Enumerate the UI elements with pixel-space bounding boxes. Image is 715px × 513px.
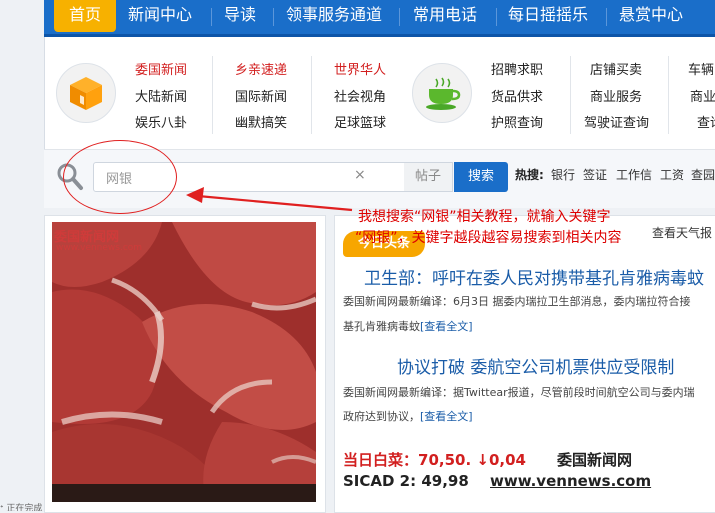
nav-separator [606,8,607,26]
link-hometown-express[interactable]: 乡亲速递 [235,59,287,78]
hot-search-label: 热搜: [515,168,544,182]
coffee-cup-icon [412,63,472,123]
nav-separator [496,8,497,26]
hot-search-visa[interactable]: 签证 [583,166,607,183]
nav-separator [273,8,274,26]
link-shop-trade[interactable]: 店铺买卖 [590,59,642,78]
column-divider [311,56,312,134]
annotation-text-line1: 我想搜索“网银”相关教程，就输入关键字 [358,209,611,225]
link-social-view[interactable]: 社会视角 [334,86,386,105]
column-divider [212,56,213,134]
search-button[interactable]: 搜索 [454,162,508,192]
link-vehicles[interactable]: 车辆 [688,59,714,78]
link-entertainment[interactable]: 娱乐八卦 [135,112,187,131]
nav-separator [211,8,212,26]
link-query[interactable]: 查询 [697,112,715,131]
headline-2-summary: 委国新闻网最新编译：据Twittear报道，尽管前段时间航空公司与委内瑞 [343,386,695,399]
weather-link[interactable]: 查看天气报 [652,224,712,241]
link-mainland-news[interactable]: 大陆新闻 [135,86,187,105]
link-passport-query[interactable]: 护照查询 [491,112,543,131]
link-humor[interactable]: 幽默搞笑 [235,112,287,131]
nav-phones[interactable]: 常用电话 [413,0,477,32]
status-bar: ᐩ 正在完成 [0,504,43,511]
annotation-arrow [186,187,353,212]
nav-guide[interactable]: 导读 [224,0,256,32]
nav-consular[interactable]: 领事服务通道 [286,0,382,32]
site-name: 委国新闻网 [557,451,633,469]
exchange-rate-1: 当日白菜：70,50. ↓0,04 [343,449,526,470]
headline-1-summary-cont: 基孔肯雅病毒蚊[查看全文] [343,320,473,333]
link-football-basketball[interactable]: 足球篮球 [334,112,386,131]
link-world-chinese[interactable]: 世界华人 [334,59,386,78]
read-more-link[interactable]: [查看全文] [420,410,473,423]
headline-2-title[interactable]: 协议打破 委航空公司机票供应受限制 [397,353,674,378]
hot-search-work-letter[interactable]: 工作信 [616,166,652,183]
link-license-query[interactable]: 驾驶证查询 [584,112,649,131]
link-jobs[interactable]: 招聘求职 [491,59,543,78]
nav-bounty[interactable]: 悬赏中心 [619,0,683,32]
clear-icon[interactable]: × [354,167,366,183]
link-business-services[interactable]: 商业服务 [590,86,642,105]
link-venezuela-news[interactable]: 委国新闻 [135,59,187,78]
exchange-label-2: SICAD 2: [343,472,417,490]
nav-daily-shake[interactable]: 每日摇摇乐 [508,0,588,32]
nav-home[interactable]: 首页 [54,0,116,32]
box-icon [56,63,116,123]
column-divider [668,56,669,134]
hot-search-bank[interactable]: 银行 [551,166,575,183]
annotation-circle [63,140,177,214]
headline-1-summary: 委国新闻网最新编译：6月3日 据委内瑞拉卫生部消息，委内瑞拉符合接 [343,295,691,308]
site-url-link[interactable]: www.vennews.com [490,472,651,490]
featured-image[interactable] [52,222,316,502]
headline-1-title[interactable]: 卫生部：呼吁在委人民对携带基孔肯雅病毒蚊 [364,264,704,289]
exchange-change-1: ↓0,04 [476,451,526,469]
link-international-news[interactable]: 国际新闻 [235,86,287,105]
exchange-value-2: 49,98 [421,472,469,490]
hot-search-query[interactable]: 查园 [691,166,715,183]
headline-2-summary-cont: 政府达到协议，[查看全文] [343,410,473,423]
search-type-select[interactable]: 帖子 [404,162,453,192]
exchange-rate-2: SICAD 2: 49,98 [343,472,469,490]
image-watermark-url: www.vennews.com [56,243,143,253]
nav-separator [399,8,400,26]
nav-news-center[interactable]: 新闻中心 [128,0,192,32]
column-divider [570,56,571,134]
read-more-link[interactable]: [查看全文] [420,320,473,333]
image-caption-bar [52,484,316,502]
link-supply-demand[interactable]: 货品供求 [491,86,543,105]
exchange-label-1: 当日白菜： [343,451,419,469]
annotation-text-line2: “网银”，关键字越段越容易搜索到相关内容 [355,230,622,246]
exchange-value-1: 70,50. [418,451,472,469]
hot-search-salary[interactable]: 工资 [660,166,684,183]
link-commerce[interactable]: 商业 [690,86,715,105]
